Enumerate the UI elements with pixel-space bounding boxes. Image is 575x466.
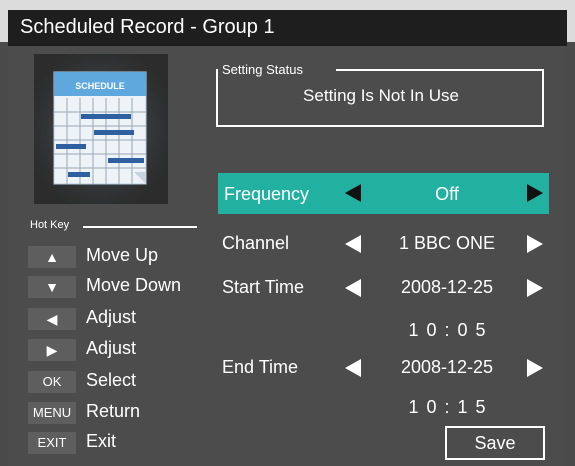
save-button[interactable]: Save [445,426,545,460]
page-title: Scheduled Record - Group 1 [20,16,275,38]
left-arrow-key-icon[interactable]: ◀ [28,308,76,330]
start-time-clock[interactable]: 1 0 : 0 5 [378,320,516,341]
end-time-clock[interactable]: 1 0 : 1 5 [378,397,516,418]
hotkey-divider [83,226,197,228]
start-time-row[interactable]: Start Time 2008-12-25 [218,270,549,306]
start-time-right-arrow-icon[interactable] [527,279,543,297]
down-arrow-key-icon[interactable]: ▼ [28,276,76,298]
channel-row[interactable]: Channel 1 BBC ONE [218,226,549,262]
ok-key[interactable]: OK [28,371,76,393]
exit-key[interactable]: EXIT [28,432,76,454]
hotkey-title: Hot Key [30,219,70,231]
frequency-label: Frequency [224,184,310,204]
end-time-left-arrow-icon[interactable] [345,359,361,377]
end-time-row[interactable]: End Time 2008-12-25 [218,350,549,386]
end-time-label: End Time [222,357,299,377]
menu-key[interactable]: MENU [28,402,76,424]
frequency-left-arrow-icon[interactable] [345,184,361,202]
end-time-right-arrow-icon[interactable] [527,359,543,377]
title-bar: Scheduled Record - Group 1 [8,10,567,46]
hotkey-label-select: Select [86,370,137,390]
start-time-label: Start Time [222,277,305,297]
hotkey-label-exit: Exit [86,431,117,451]
schedule-thumbnail: SCHEDULE [34,54,168,204]
frequency-right-arrow-icon[interactable] [527,184,543,202]
setting-status-label: Setting Status [222,62,303,77]
hotkey-label-adjust-right: Adjust [86,338,137,358]
end-time-date: 2008-12-25 [400,357,494,377]
start-time-left-arrow-icon[interactable] [345,279,361,297]
right-arrow-key-icon[interactable]: ▶ [28,339,76,361]
frequency-row[interactable]: Frequency Off [218,173,549,214]
frequency-value: Off [435,184,459,204]
channel-label: Channel [222,233,290,253]
calendar-icon: SCHEDULE [34,54,168,204]
up-arrow-key-icon[interactable]: ▲ [28,246,76,268]
thumbnail-label: SCHEDULE [75,81,125,91]
channel-right-arrow-icon[interactable] [527,235,543,253]
screen: Scheduled Record - Group 1 SCHEDULE Hot … [0,0,575,466]
hotkey-label-move-down: Move Down [86,275,182,295]
start-time-date: 2008-12-25 [400,277,494,297]
setting-status-value: Setting Is Not In Use [303,86,459,105]
channel-left-arrow-icon[interactable] [345,235,361,253]
channel-value: 1 BBC ONE [398,233,496,253]
hotkey-label-adjust-left: Adjust [86,307,137,327]
hotkey-label-return: Return [86,401,141,421]
hotkey-label-move-up: Move Up [86,245,159,265]
status-box-top-border [336,69,544,71]
